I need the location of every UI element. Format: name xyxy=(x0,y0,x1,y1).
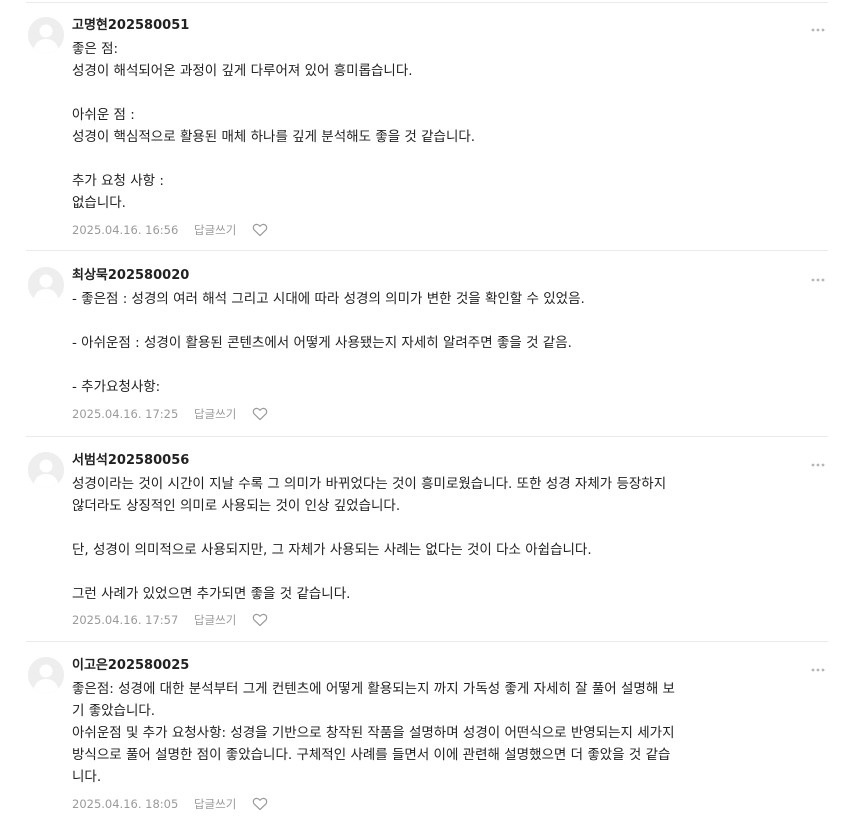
comment-line xyxy=(72,82,800,104)
comment-line: 기 좋았습니다. xyxy=(72,703,156,719)
comment-line: 아쉬운점 및 추가 요청사항: 성경을 기반으로 창작된 작품을 설명하며 성경… xyxy=(72,725,675,741)
comment-list: 고명현202580051 좋은 점: 성경이 해석되어온 과정이 깊게 다루어져… xyxy=(0,0,854,824)
default-avatar-icon xyxy=(28,657,64,693)
comment-line xyxy=(72,561,800,583)
comment-author[interactable]: 서범석202580056 xyxy=(72,452,189,470)
comment-date: 2025.04.16. 18:05 xyxy=(72,796,179,811)
avatar[interactable] xyxy=(28,657,64,693)
default-avatar-icon xyxy=(28,17,64,53)
comment-line: 않더라도 상징적인 의미로 사용되는 것이 인상 깊었습니다. xyxy=(72,498,401,514)
comment-date: 2025.04.16. 17:57 xyxy=(72,612,179,627)
comment-author[interactable]: 최상묵202580020 xyxy=(72,267,189,285)
comment-line: - 아쉬운점 : 성경이 활용된 콘텐츠에서 어떻게 사용됐는지 자세히 알려주… xyxy=(72,335,572,351)
default-avatar-icon xyxy=(28,452,64,488)
more-dots-icon[interactable] xyxy=(810,21,826,33)
reply-button[interactable]: 답글쓰기 xyxy=(194,222,236,238)
heart-icon[interactable] xyxy=(252,223,268,237)
heart-icon[interactable] xyxy=(252,613,268,627)
comment-meta: 2025.04.16. 17:57 답글쓰기 xyxy=(72,611,268,627)
reply-button[interactable]: 답글쓰기 xyxy=(194,406,236,422)
comment-line xyxy=(72,354,800,376)
comment-line: 그런 사례가 있었으면 추가되면 좋을 것 같습니다. xyxy=(72,586,351,602)
comment-divider xyxy=(26,436,828,437)
comment-line xyxy=(72,310,800,332)
reply-button[interactable]: 답글쓰기 xyxy=(194,796,236,812)
comment-item: 최상묵202580020 - 좋은점 : 성경의 여러 해석 그리고 시대에 따… xyxy=(26,267,828,437)
comment-text: 좋은점: 성경에 대한 분석부터 그게 컨텐츠에 어떻게 활용되는지 까지 가독… xyxy=(72,678,800,788)
comment-divider xyxy=(26,250,828,251)
comment-text: 좋은 점: 성경이 해석되어온 과정이 깊게 다루어져 있어 흥미롭습니다. 아… xyxy=(72,38,800,214)
comment-line: 방식으로 풀어 설명한 점이 좋았습니다. 구체적인 사례를 들면서 이에 관련… xyxy=(72,747,671,763)
top-divider xyxy=(26,2,828,3)
comment-line: 좋은점: 성경에 대한 분석부터 그게 컨텐츠에 어떻게 활용되는지 까지 가독… xyxy=(72,681,675,697)
heart-icon[interactable] xyxy=(252,407,268,421)
more-dots-icon[interactable] xyxy=(810,271,826,283)
comment-line: 없습니다. xyxy=(72,195,126,211)
comment-text: 성경이라는 것이 시간이 지날 수록 그 의미가 바뀌었다는 것이 흥미로웠습니… xyxy=(72,473,800,605)
comment-line: 추가 요청 사항 : xyxy=(72,173,164,189)
comment-date: 2025.04.16. 17:25 xyxy=(72,406,179,421)
comment-item: 서범석202580056 성경이라는 것이 시간이 지날 수록 그 의미가 바뀌… xyxy=(26,452,828,642)
comment-line xyxy=(72,517,800,539)
comment-divider xyxy=(26,641,828,642)
comment-meta: 2025.04.16. 16:56 답글쓰기 xyxy=(72,221,268,237)
heart-icon[interactable] xyxy=(252,797,268,811)
comment-line: 성경이 핵심적으로 활용된 매체 하나를 깊게 분석해도 좋을 것 같습니다. xyxy=(72,129,476,145)
reply-button[interactable]: 답글쓰기 xyxy=(194,612,236,628)
comment-line: 니다. xyxy=(72,769,102,785)
comment-author[interactable]: 고명현202580051 xyxy=(72,17,189,35)
comment-line: 단, 성경이 의미적으로 사용되지만, 그 자체가 사용되는 사례는 없다는 것… xyxy=(72,542,592,558)
avatar[interactable] xyxy=(28,452,64,488)
avatar[interactable] xyxy=(28,267,64,303)
comment-meta: 2025.04.16. 17:25 답글쓰기 xyxy=(72,405,268,421)
comment-line xyxy=(72,148,800,170)
comment-text: - 좋은점 : 성경의 여러 해석 그리고 시대에 따라 성경의 의미가 변한 … xyxy=(72,288,800,398)
comment-item: 고명현202580051 좋은 점: 성경이 해석되어온 과정이 깊게 다루어져… xyxy=(26,17,828,251)
comment-line: 성경이 해석되어온 과정이 깊게 다루어져 있어 흥미롭습니다. xyxy=(72,63,413,79)
comment-date: 2025.04.16. 16:56 xyxy=(72,222,179,237)
comment-line: - 추가요청사항: xyxy=(72,379,161,395)
comment-item: 이고은202580025 좋은점: 성경에 대한 분석부터 그게 컨텐츠에 어떻… xyxy=(26,657,828,821)
comment-line: 좋은 점: xyxy=(72,41,119,57)
comment-line: 성경이라는 것이 시간이 지날 수록 그 의미가 바뀌었다는 것이 흥미로웠습니… xyxy=(72,476,667,492)
comment-meta: 2025.04.16. 18:05 답글쓰기 xyxy=(72,795,268,811)
comment-author[interactable]: 이고은202580025 xyxy=(72,657,189,675)
default-avatar-icon xyxy=(28,267,64,303)
more-dots-icon[interactable] xyxy=(810,456,826,468)
comment-line: 아쉬운 점 : xyxy=(72,107,135,123)
more-dots-icon[interactable] xyxy=(810,661,826,673)
avatar[interactable] xyxy=(28,17,64,53)
comment-line: - 좋은점 : 성경의 여러 해석 그리고 시대에 따라 성경의 의미가 변한 … xyxy=(72,291,585,307)
